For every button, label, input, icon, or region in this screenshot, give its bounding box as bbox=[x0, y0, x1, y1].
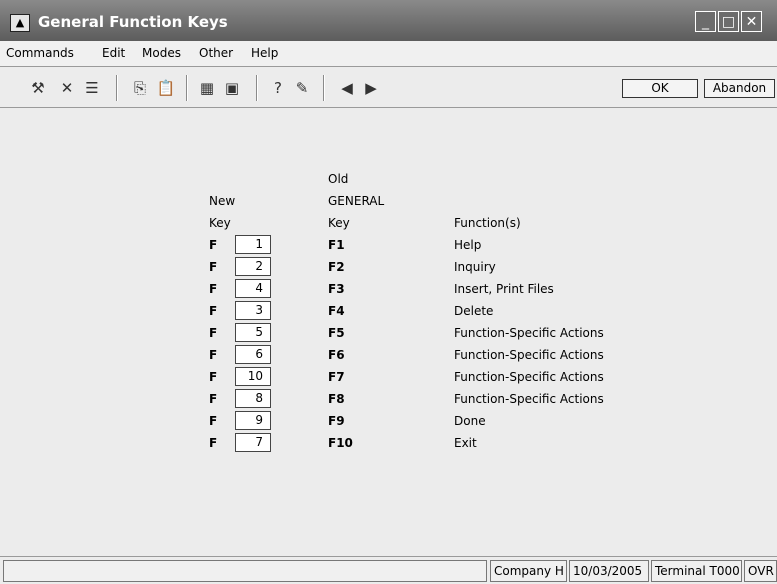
new-key-input[interactable]: 3 bbox=[235, 301, 271, 320]
function-description: Function-Specific Actions bbox=[454, 326, 604, 340]
paste-icon[interactable]: 📋 bbox=[156, 78, 176, 98]
old-key: F5 bbox=[328, 326, 345, 340]
function-description: Delete bbox=[454, 304, 494, 318]
new-header-line1: New bbox=[209, 194, 236, 208]
old-key: F6 bbox=[328, 348, 345, 362]
key-prefix: F bbox=[209, 436, 218, 450]
function-description: Function-Specific Actions bbox=[454, 370, 604, 384]
status-date: 10/03/2005 bbox=[569, 560, 649, 582]
menu-modes[interactable]: Modes bbox=[142, 46, 181, 60]
old-header-line3: Key bbox=[328, 216, 350, 230]
hammer-icon[interactable]: ⚒ bbox=[28, 78, 48, 98]
key-prefix: F bbox=[209, 348, 218, 362]
window-title: General Function Keys bbox=[38, 13, 228, 31]
key-prefix: F bbox=[209, 260, 218, 274]
notebook-icon[interactable]: ✎ bbox=[292, 78, 312, 98]
copy-icon[interactable]: ⎘ bbox=[130, 78, 150, 98]
key-prefix: F bbox=[209, 238, 218, 252]
delete-x-icon[interactable]: ✕ bbox=[57, 78, 77, 98]
new-key-input[interactable]: 5 bbox=[235, 323, 271, 342]
old-header-line1: Old bbox=[328, 172, 349, 186]
new-key-input[interactable]: 4 bbox=[235, 279, 271, 298]
list-icon[interactable]: ☰ bbox=[82, 78, 102, 98]
toolbar-separator bbox=[116, 75, 118, 101]
new-key-input[interactable]: 9 bbox=[235, 411, 271, 430]
new-key-input[interactable]: 2 bbox=[235, 257, 271, 276]
status-terminal: Terminal T000 bbox=[651, 560, 742, 582]
status-bar: Company H 10/03/2005 Terminal T000 OVR bbox=[0, 556, 777, 584]
old-key: F2 bbox=[328, 260, 345, 274]
main-content: Old New GENERAL Key Key Function(s) F 1 … bbox=[0, 108, 777, 554]
key-prefix: F bbox=[209, 414, 218, 428]
calendar-icon[interactable]: ▣ bbox=[222, 78, 242, 98]
app-icon[interactable]: ▲ bbox=[10, 14, 30, 32]
toolbar-separator bbox=[323, 75, 325, 101]
toolbar-separator bbox=[256, 75, 258, 101]
new-key-input[interactable]: 7 bbox=[235, 433, 271, 452]
old-key: F8 bbox=[328, 392, 345, 406]
new-key-input[interactable]: 10 bbox=[235, 367, 271, 386]
new-key-input[interactable]: 6 bbox=[235, 345, 271, 364]
function-description: Function-Specific Actions bbox=[454, 348, 604, 362]
menu-commands[interactable]: Commands bbox=[6, 46, 74, 60]
function-description: Function-Specific Actions bbox=[454, 392, 604, 406]
function-description: Help bbox=[454, 238, 482, 252]
old-header-line2: GENERAL bbox=[328, 194, 385, 208]
calculator-icon[interactable]: ▦ bbox=[197, 78, 217, 98]
function-description: Done bbox=[454, 414, 486, 428]
previous-icon[interactable]: ◀ bbox=[337, 78, 357, 98]
minimize-button[interactable]: _ bbox=[695, 11, 716, 32]
help-question-icon[interactable]: ? bbox=[268, 78, 288, 98]
function-description: Exit bbox=[454, 436, 477, 450]
old-key: F4 bbox=[328, 304, 345, 318]
key-prefix: F bbox=[209, 392, 218, 406]
new-header-line2: Key bbox=[209, 216, 231, 230]
next-icon[interactable]: ▶ bbox=[361, 78, 381, 98]
function-description: Inquiry bbox=[454, 260, 496, 274]
menu-other[interactable]: Other bbox=[199, 46, 233, 60]
key-prefix: F bbox=[209, 370, 218, 384]
key-prefix: F bbox=[209, 282, 218, 296]
new-key-input[interactable]: 1 bbox=[235, 235, 271, 254]
status-company: Company H bbox=[490, 560, 567, 582]
old-key: F3 bbox=[328, 282, 345, 296]
status-message bbox=[3, 560, 487, 582]
toolbar: ⚒ ✕ ☰ ⎘ 📋 ▦ ▣ ? ✎ ◀ ▶ OK Abandon bbox=[0, 67, 777, 108]
key-prefix: F bbox=[209, 326, 218, 340]
menu-help[interactable]: Help bbox=[251, 46, 278, 60]
ok-button[interactable]: OK bbox=[622, 79, 698, 98]
menu-edit[interactable]: Edit bbox=[102, 46, 125, 60]
close-button[interactable]: ✕ bbox=[741, 11, 762, 32]
key-prefix: F bbox=[209, 304, 218, 318]
status-mode: OVR bbox=[744, 560, 777, 582]
menu-bar: Commands Edit Modes Other Help bbox=[0, 41, 777, 67]
new-key-input[interactable]: 8 bbox=[235, 389, 271, 408]
old-key: F7 bbox=[328, 370, 345, 384]
maximize-button[interactable]: □ bbox=[718, 11, 739, 32]
function-header: Function(s) bbox=[454, 216, 521, 230]
old-key: F1 bbox=[328, 238, 345, 252]
title-bar: ▲ General Function Keys _ □ ✕ bbox=[0, 0, 777, 41]
old-key: F10 bbox=[328, 436, 353, 450]
old-key: F9 bbox=[328, 414, 345, 428]
toolbar-separator bbox=[186, 75, 188, 101]
function-description: Insert, Print Files bbox=[454, 282, 554, 296]
abandon-button[interactable]: Abandon bbox=[704, 79, 775, 98]
